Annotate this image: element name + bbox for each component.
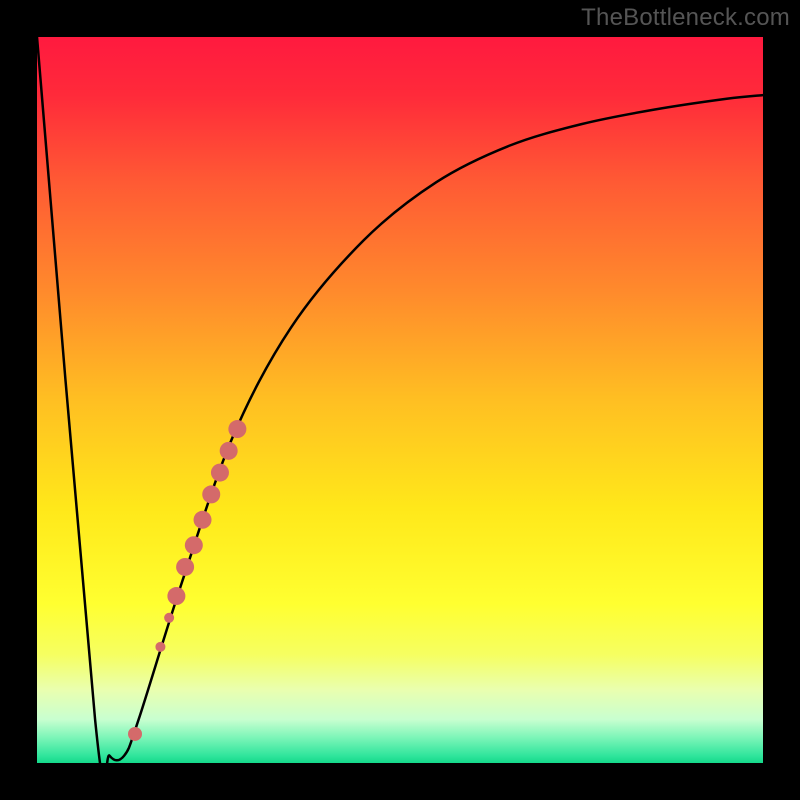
data-marker [202,485,220,503]
data-marker [220,442,238,460]
data-marker [185,536,203,554]
data-marker [155,642,165,652]
watermark-text: TheBottleneck.com [581,4,790,32]
chart-container: TheBottleneck.com [0,0,800,800]
data-marker [176,558,194,576]
plot-area [37,37,763,763]
data-marker [167,587,185,605]
data-markers [37,37,763,763]
data-marker [164,613,174,623]
data-marker [211,464,229,482]
data-marker [128,727,142,741]
data-marker [194,511,212,529]
data-marker [228,420,246,438]
